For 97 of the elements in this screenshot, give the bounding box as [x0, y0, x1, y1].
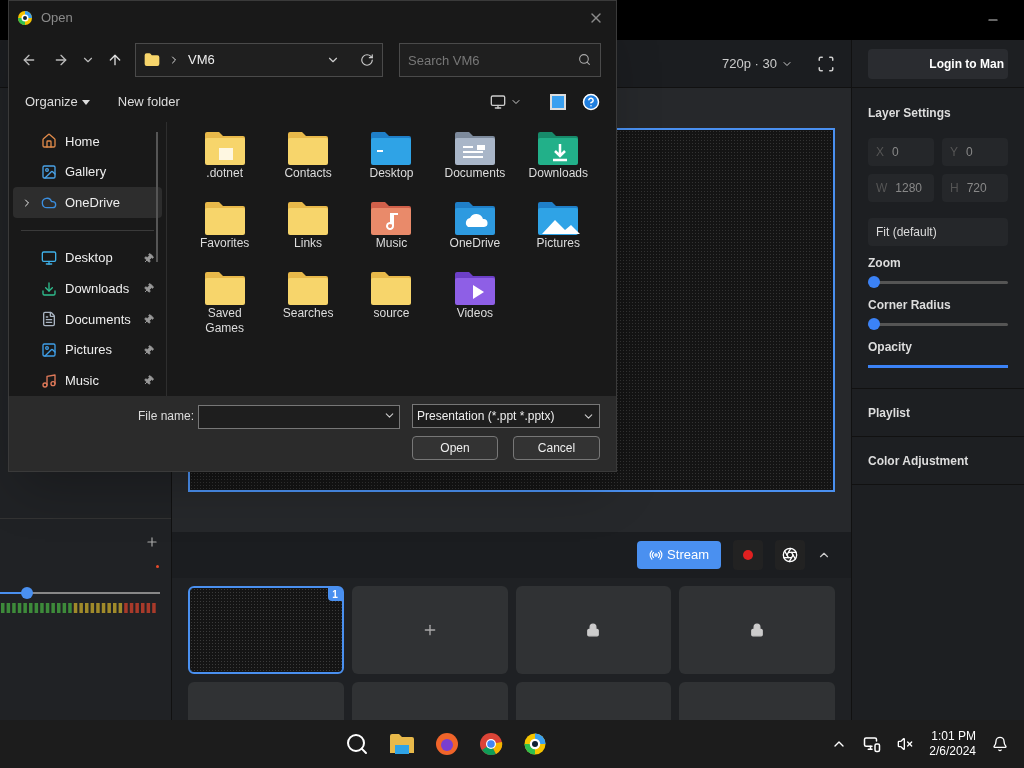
- new-folder-button[interactable]: New folder: [117, 92, 180, 112]
- folder-icon: [286, 130, 331, 166]
- organize-button[interactable]: Organize: [25, 92, 90, 112]
- search-icon[interactable]: [344, 732, 369, 756]
- folder-icon: [202, 130, 247, 166]
- folder-icon[interactable]: [388, 733, 415, 755]
- folder-icon: [202, 270, 247, 306]
- forward-arrow-icon[interactable]: [53, 52, 69, 68]
- open-button[interactable]: Open: [412, 436, 498, 460]
- nav-item[interactable]: Downloads: [13, 273, 162, 305]
- cancel-button[interactable]: Cancel: [513, 436, 600, 460]
- folder-icon: [452, 200, 497, 236]
- slider-track[interactable]: [868, 318, 1008, 330]
- file-name-label: File name:: [137, 408, 194, 425]
- search-field[interactable]: Search VM6: [399, 43, 601, 77]
- folder-item[interactable]: Music: [349, 200, 434, 266]
- slider-thumb[interactable]: [868, 276, 880, 288]
- folder-item[interactable]: Links: [266, 200, 350, 266]
- lock-icon: [586, 623, 601, 637]
- folder-item[interactable]: Documents: [433, 130, 517, 196]
- nav-item[interactable]: Pictures: [13, 334, 162, 366]
- slider-label: Corner Radius: [868, 297, 952, 314]
- login-button[interactable]: Login to Man: [868, 48, 1008, 79]
- notification-icon[interactable]: [992, 736, 1008, 752]
- refresh-icon: [360, 53, 374, 67]
- section-header[interactable]: Color Adjustment: [868, 451, 969, 470]
- folder-icon: [452, 130, 497, 166]
- slider-thumb[interactable]: [868, 318, 880, 330]
- nav-item[interactable]: OneDrive: [13, 187, 162, 218]
- search-icon: [578, 53, 591, 66]
- aperture-icon: [782, 547, 798, 563]
- fit-dropdown[interactable]: Fit (default): [868, 218, 1008, 246]
- app-logo-icon[interactable]: [522, 732, 547, 756]
- pictures-icon: [41, 342, 57, 358]
- network-icon[interactable]: [863, 735, 882, 753]
- file-type-dropdown[interactable]: Presentation (*.ppt *.pptx): [412, 404, 600, 428]
- resolution-dropdown[interactable]: 720p · 30: [722, 53, 793, 74]
- volume-slider-track[interactable]: [0, 587, 160, 599]
- folder-item[interactable]: Desktop: [349, 130, 434, 196]
- folder-icon: [369, 130, 414, 166]
- folder-icon: [369, 200, 414, 236]
- section-header[interactable]: Playlist: [868, 403, 911, 422]
- music-icon: [41, 372, 57, 389]
- folder-item[interactable]: Videos: [433, 270, 517, 336]
- folder-icon: [369, 270, 414, 306]
- address-bar[interactable]: VM6: [135, 43, 383, 77]
- muted-speaker-icon[interactable]: [897, 736, 914, 752]
- scene-number-badge: 1: [328, 588, 342, 601]
- folder-icon: [144, 52, 160, 68]
- locked-scene-tile[interactable]: [515, 586, 672, 674]
- folder-item[interactable]: Pictures: [516, 200, 600, 266]
- nav-item[interactable]: Documents: [13, 304, 162, 335]
- help-icon[interactable]: [582, 93, 600, 111]
- gallery-icon: [41, 163, 57, 180]
- app-logo-icon: [17, 9, 33, 26]
- desktop-icon: [41, 250, 57, 267]
- add-scene-tile[interactable]: [351, 586, 508, 674]
- folder-item[interactable]: Searches: [266, 270, 350, 336]
- folder-item[interactable]: .dotnet: [183, 130, 267, 196]
- path-text: VM6: [188, 51, 216, 70]
- fullscreen-icon[interactable]: [817, 54, 835, 73]
- slider-track[interactable]: [868, 276, 1008, 288]
- lock-icon: [750, 623, 765, 637]
- home-icon: [41, 133, 57, 150]
- nav-item[interactable]: Music: [13, 365, 162, 396]
- nav-item[interactable]: Home: [13, 126, 162, 157]
- file-name-field[interactable]: [198, 405, 400, 429]
- section-title: Layer Settings: [868, 105, 952, 122]
- nav-item[interactable]: Desktop: [13, 242, 162, 274]
- folder-item[interactable]: Downloads: [516, 130, 600, 196]
- folder-item[interactable]: OneDrive: [433, 200, 517, 266]
- documents-icon: [41, 311, 57, 328]
- slider-label: Zoom: [868, 255, 902, 272]
- downloads-icon: [41, 280, 57, 297]
- folder-icon: [286, 200, 331, 236]
- folder-icon: [202, 200, 247, 236]
- caret-icon: [81, 99, 90, 105]
- dialog-title: Open: [41, 8, 73, 27]
- broadcast-icon: [649, 548, 664, 562]
- view-icon: [490, 94, 506, 110]
- browser-icon[interactable]: [478, 732, 503, 756]
- folder-item[interactable]: Contacts: [266, 130, 350, 196]
- record-button[interactable]: [733, 540, 763, 570]
- nav-item[interactable]: Gallery: [13, 156, 162, 188]
- add-icon[interactable]: [145, 535, 159, 549]
- slider-label: Opacity: [868, 339, 913, 356]
- folder-item[interactable]: Saved Games: [183, 270, 267, 336]
- clock[interactable]: 1:01 PM 2/6/2024: [929, 729, 976, 759]
- locked-scene-tile[interactable]: [679, 586, 835, 674]
- view-options-button[interactable]: [490, 94, 522, 110]
- folder-icon: [286, 270, 331, 306]
- folder-icon: [452, 270, 497, 306]
- screenshot-button[interactable]: [775, 540, 805, 570]
- folder-icon: [536, 200, 581, 236]
- folder-item[interactable]: Favorites: [183, 200, 267, 266]
- folder-item[interactable]: source: [349, 270, 434, 336]
- folder-icon: [536, 130, 581, 166]
